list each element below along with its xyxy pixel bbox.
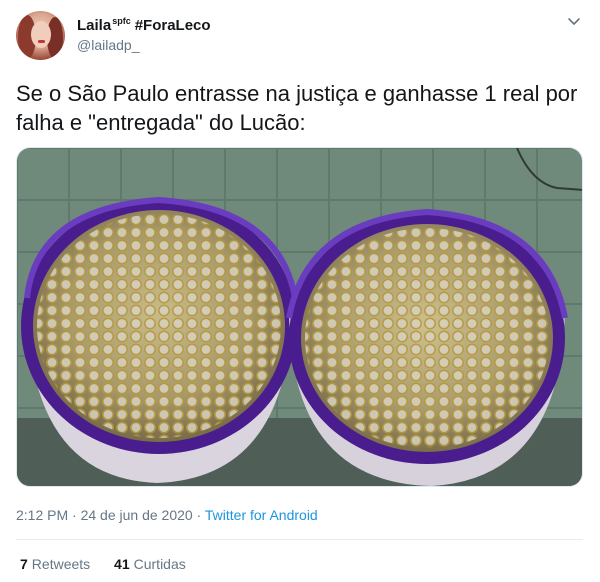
coin-buckets-image xyxy=(17,148,582,486)
likes-stat[interactable]: 41 Curtidas xyxy=(114,556,186,572)
likes-label: Curtidas xyxy=(133,556,186,572)
retweets-count: 7 xyxy=(20,556,28,572)
divider xyxy=(16,539,583,540)
retweets-label: Retweets xyxy=(31,556,91,572)
meta-separator: · xyxy=(192,507,205,523)
user-name-superscript: spfc xyxy=(112,16,131,26)
tweet-meta: 2:12 PM · 24 de jun de 2020 · Twitter fo… xyxy=(16,507,318,523)
avatar[interactable] xyxy=(16,11,65,60)
user-display-name: Laila xyxy=(77,17,112,34)
tweet-photo[interactable] xyxy=(16,147,583,487)
user-name-hashtag: #ForaLeco xyxy=(134,17,211,34)
tweet: Lailaspfc #ForaLeco @lailadp_ Se o São Pa… xyxy=(0,0,600,582)
chevron-down-icon[interactable] xyxy=(567,17,581,27)
tweet-text: Se o São Paulo entrasse na justiça e gan… xyxy=(16,81,578,135)
tweet-stats: 7 Retweets 41 Curtidas xyxy=(20,556,186,572)
retweets-stat[interactable]: 7 Retweets xyxy=(20,556,90,572)
user-handle[interactable]: @lailadp_ xyxy=(77,37,139,53)
tweet-source-link[interactable]: Twitter for Android xyxy=(205,507,318,523)
user-name[interactable]: Lailaspfc #ForaLeco xyxy=(77,16,211,34)
likes-count: 41 xyxy=(114,556,130,572)
tweet-timestamp[interactable]: 2:12 PM · 24 de jun de 2020 xyxy=(16,507,193,523)
